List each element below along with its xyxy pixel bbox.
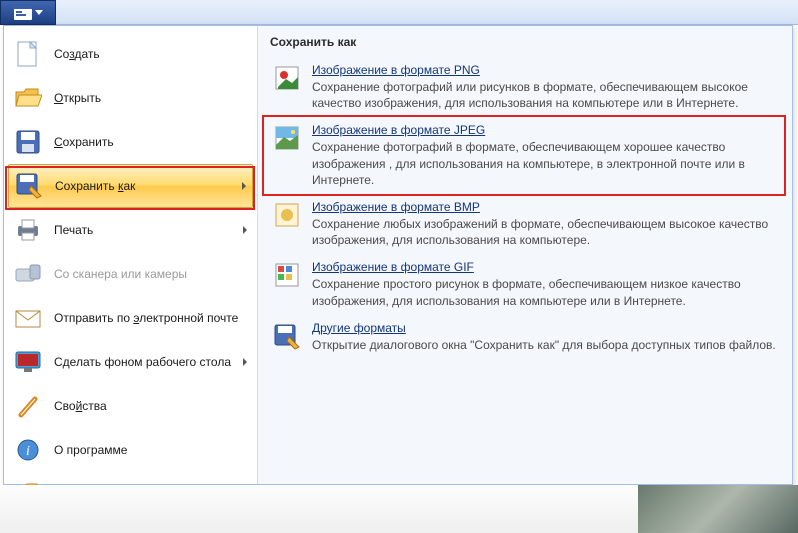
format-description: Сохранение фотографий или рисунков в фор…: [312, 79, 778, 111]
save-icon: [14, 128, 42, 156]
bmp-format-icon: [272, 200, 302, 230]
submenu-arrow-icon: [243, 358, 247, 366]
print-icon: [14, 216, 42, 244]
format-description: Сохранение фотографий в формате, обеспеч…: [312, 139, 778, 188]
format-title: Изображение в формате JPEG: [312, 123, 485, 137]
submenu-arrow-icon: [243, 226, 247, 234]
format-option-jpeg[interactable]: Изображение в формате JPEG Сохранение фот…: [268, 117, 782, 194]
menu-item-new[interactable]: Создать: [8, 32, 253, 76]
menu-item-label: Создать: [54, 47, 247, 61]
file-menu-dropdown: Создать Открыть Сохранить Сохранить как Печа…: [3, 25, 793, 485]
format-description: Открытие диалогового окна "Сохранить как…: [312, 337, 778, 353]
format-title: Изображение в формате BMP: [312, 200, 480, 214]
file-menu-icon: [14, 6, 32, 20]
new-icon: [14, 40, 42, 68]
menu-item-label: О программе: [54, 443, 247, 457]
about-icon: i: [14, 436, 42, 464]
menu-item-about[interactable]: i О программе: [8, 428, 253, 472]
props-icon: [14, 392, 42, 420]
format-option-gif[interactable]: Изображение в формате GIF Сохранение прос…: [268, 254, 782, 314]
menu-item-props[interactable]: Свойства: [8, 384, 253, 428]
chevron-down-icon: [35, 10, 43, 16]
menu-item-wallpaper[interactable]: Сделать фоном рабочего стола: [8, 340, 253, 384]
menu-item-print[interactable]: Печать: [8, 208, 253, 252]
png-format-icon: [272, 63, 302, 93]
submenu-header: Сохранить как: [268, 32, 782, 57]
format-description: Сохранение простого рисунок в формате, о…: [312, 276, 778, 308]
format-description: Сохранение любых изображений в формате, …: [312, 216, 778, 248]
canvas-preview-fragment: [638, 485, 798, 533]
menu-item-label: Печать: [54, 223, 231, 237]
format-title: Изображение в формате GIF: [312, 260, 474, 274]
ribbon-bar: [0, 0, 798, 25]
format-option-other[interactable]: Другие форматы Открытие диалогового окна …: [268, 315, 782, 359]
saveas-submenu-panel: Сохранить как Изображение в формате PNG С…: [258, 26, 792, 484]
email-icon: [14, 304, 42, 332]
format-option-png[interactable]: Изображение в формате PNG Сохранение фото…: [268, 57, 782, 117]
menu-item-label: Сохранить как: [55, 179, 230, 193]
open-icon: [14, 84, 42, 112]
saveas-icon: [15, 172, 43, 200]
gif-format-icon: [272, 260, 302, 290]
menu-item-save[interactable]: Сохранить: [8, 120, 253, 164]
jpeg-format-icon: [272, 123, 302, 153]
format-option-bmp[interactable]: Изображение в формате BMP Сохранение любы…: [268, 194, 782, 254]
menu-item-label: Со сканера или камеры: [54, 267, 247, 281]
menu-item-email[interactable]: Отправить по электронной почте: [8, 296, 253, 340]
menu-item-open[interactable]: Открыть: [8, 76, 253, 120]
scanner-icon: [14, 260, 42, 288]
wallpaper-icon: [14, 348, 42, 376]
menu-item-label: Сделать фоном рабочего стола: [54, 355, 231, 369]
menu-item-label: Свойства: [54, 399, 247, 413]
menu-item-label: Отправить по электронной почте: [54, 311, 247, 325]
file-menu-list: Создать Открыть Сохранить Сохранить как Печа…: [4, 26, 258, 484]
svg-text:i: i: [26, 444, 30, 459]
menu-item-saveas[interactable]: Сохранить как: [8, 164, 253, 208]
format-title: Изображение в формате PNG: [312, 63, 480, 77]
submenu-arrow-icon: [242, 182, 246, 190]
other-format-icon: [272, 321, 302, 351]
format-title: Другие форматы: [312, 321, 406, 335]
menu-item-scanner: Со сканера или камеры: [8, 252, 253, 296]
menu-item-label: Открыть: [54, 91, 247, 105]
file-menu-button[interactable]: [0, 0, 56, 25]
menu-item-label: Сохранить: [54, 135, 247, 149]
